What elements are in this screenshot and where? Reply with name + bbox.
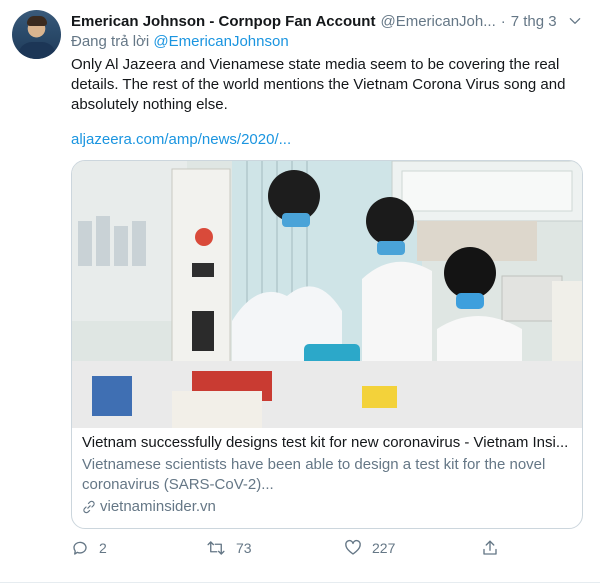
like-count: 227 — [372, 540, 396, 556]
card-image — [72, 161, 582, 428]
share-button[interactable] — [481, 539, 499, 557]
replying-prefix: Đang trả lời — [71, 33, 150, 50]
replying-to: Đang trả lời @EmericanJohnson — [71, 33, 289, 50]
retweet-count: 73 — [236, 540, 252, 556]
reply-icon — [73, 541, 87, 555]
card-domain-text: vietnaminsider.vn — [100, 498, 216, 515]
tweet-text-line: Only Al Jazeera and Vienamese state medi… — [71, 56, 566, 113]
link-icon — [83, 500, 95, 513]
avatar-shirt — [18, 42, 56, 59]
reply-count: 2 — [99, 540, 107, 556]
chevron-down-icon[interactable] — [564, 10, 586, 32]
card-description: Vietnamese scientists have been able to … — [82, 456, 546, 493]
like-button[interactable]: 227 — [344, 539, 395, 557]
author-handle[interactable]: @EmericanJoh... — [380, 13, 495, 30]
avatar[interactable] — [12, 10, 61, 59]
card-body: Vietnam successfully designs test kit fo… — [82, 433, 572, 515]
tweet-text: Only Al Jazeera and Vienamese state medi… — [71, 55, 586, 115]
tweet-actions: 2 73 227 — [71, 539, 501, 563]
card-domain: vietnaminsider.vn — [82, 498, 572, 515]
retweet-button[interactable]: 73 — [206, 539, 252, 557]
separator-dot: · — [500, 12, 506, 30]
reply-button[interactable]: 2 — [71, 539, 107, 557]
replying-to-mention[interactable]: @EmericanJohnson — [153, 33, 288, 50]
avatar-hair — [27, 16, 47, 26]
link-card[interactable]: Vietnam successfully designs test kit fo… — [71, 160, 583, 529]
tweet[interactable]: Emerican Johnson - Cornpop Fan Account @… — [0, 0, 600, 583]
tweet-date[interactable]: 7 thg 3 — [511, 13, 557, 30]
author-name[interactable]: Emerican Johnson - Cornpop Fan Account — [71, 13, 375, 30]
tweet-header: Emerican Johnson - Cornpop Fan Account @… — [71, 10, 586, 32]
heart-icon — [345, 539, 361, 555]
retweet-icon — [207, 541, 225, 555]
share-icon — [483, 540, 497, 555]
card-title: Vietnam successfully designs test kit fo… — [82, 434, 569, 451]
tweet-link[interactable]: aljazeera.com/amp/news/2020/... — [71, 131, 291, 148]
